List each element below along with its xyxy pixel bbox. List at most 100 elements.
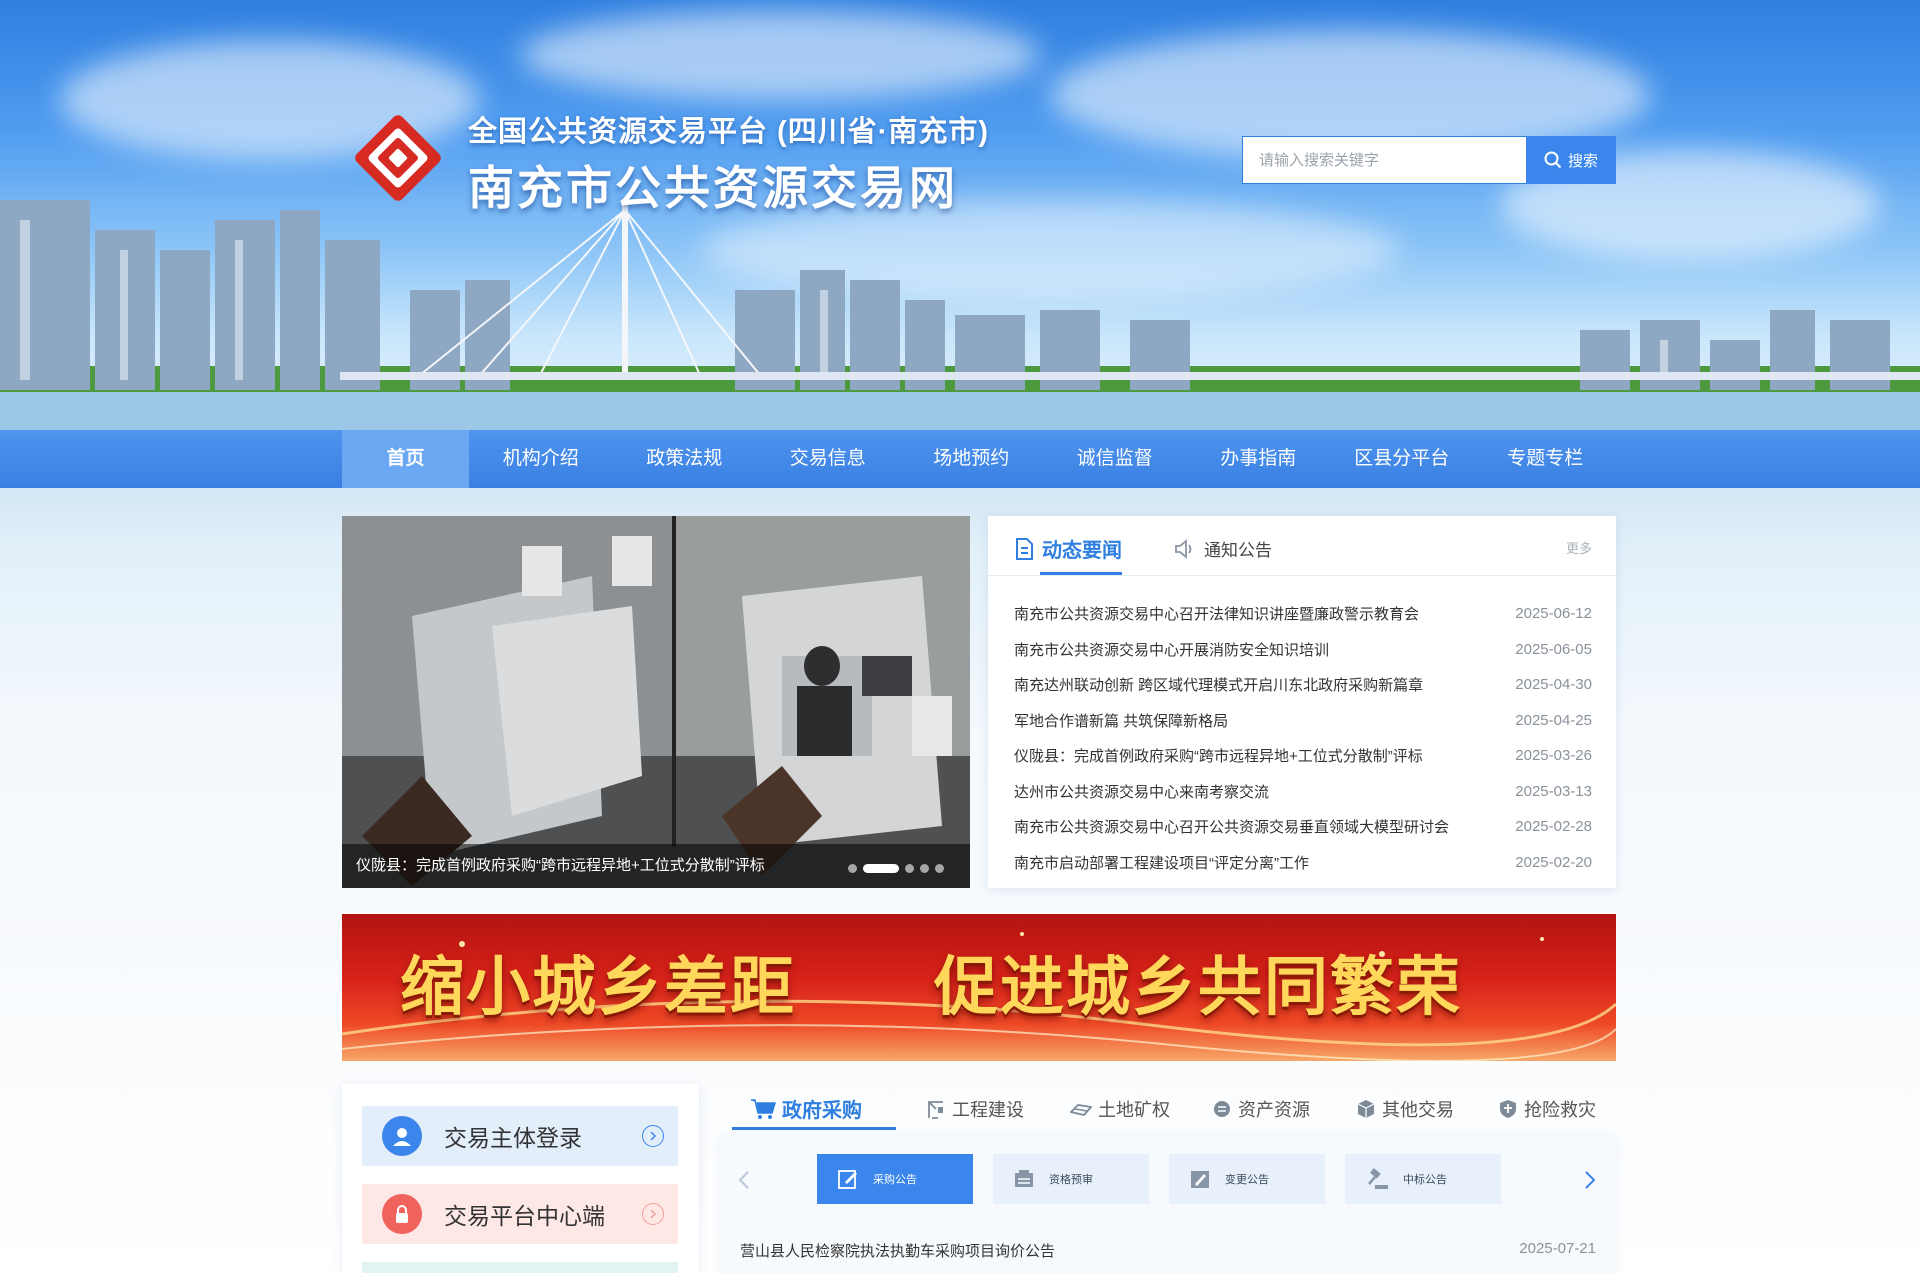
subtab-change-notice[interactable]: 变更公告 (1169, 1154, 1325, 1204)
tab-gov-procurement[interactable]: 政府采购 (750, 1094, 862, 1123)
list-item[interactable]: 南充市公共资源交易中心召开法律知识讲座暨廉政警示教育会 2025-06-12 (1014, 596, 1592, 632)
chevron-right-icon (642, 1203, 664, 1225)
news-title: 军地合作谱新篇 共筑保障新格局 (1014, 712, 1229, 730)
tab-emergency[interactable]: 抢险救灾 (1498, 1096, 1596, 1122)
chevron-left-icon[interactable] (734, 1168, 754, 1192)
trader-login-button[interactable]: 交易主体登录 (362, 1106, 678, 1166)
more-link[interactable]: 更多 (1566, 538, 1592, 557)
search-button-label: 搜索 (1567, 152, 1598, 170)
list-item[interactable]: 南充市公共资源交易中心开展消防安全知识培训 2025-06-05 (1014, 632, 1592, 668)
search-button[interactable]: 搜索 (1526, 136, 1616, 184)
news-date: 2025-03-26 (1515, 747, 1592, 765)
nav-item-county[interactable]: 区县分平台 (1330, 430, 1474, 488)
shield-icon (1500, 1100, 1516, 1118)
login-panel: 交易主体登录 交易平台中心端 (342, 1084, 699, 1273)
news-date: 2025-03-13 (1515, 782, 1592, 800)
tab-underline (1040, 572, 1122, 575)
carousel-dot[interactable] (920, 864, 929, 873)
chevron-right-icon[interactable] (1580, 1168, 1600, 1192)
subtab-procurement-notice-label: 采购公告 (873, 1174, 917, 1186)
news-date: 2025-06-12 (1515, 605, 1592, 623)
carousel-dot[interactable] (848, 864, 857, 873)
subtab-prequalification[interactable]: 资格预审 (993, 1154, 1149, 1204)
nav-item-trade-info[interactable]: 交易信息 (756, 430, 900, 488)
subtab-procurement-notice[interactable]: 采购公告 (817, 1154, 973, 1204)
gavel-icon (1368, 1168, 1388, 1189)
search-bar: 搜索 (1242, 136, 1616, 184)
document-icon (1016, 537, 1033, 560)
site-logo-icon (355, 115, 441, 201)
banner-right-slogan: 促进城乡共同繁荣 (934, 950, 1462, 1025)
nav-item-home[interactable]: 首页 (342, 430, 469, 488)
table-row[interactable]: 营山县人民检察院执法执勤车采购项目询价公告 2025-07-21 (740, 1240, 1596, 1261)
news-date: 2025-04-30 (1515, 676, 1592, 694)
list-item[interactable]: 仪陇县：完成首例政府采购“跨市远程异地+工位式分散制”评标 2025-03-26 (1014, 738, 1592, 774)
nav-item-policy[interactable]: 政策法规 (613, 430, 757, 488)
tab-land-mining[interactable]: 土地矿权 (1070, 1096, 1170, 1122)
nav-item-credit[interactable]: 诚信监督 (1043, 430, 1187, 488)
tab-dynamic-news-label: 动态要闻 (1042, 540, 1122, 562)
chevron-right-icon (642, 1125, 664, 1147)
pencil-square-icon (1191, 1171, 1209, 1188)
tab-dynamic-news[interactable]: 动态要闻 (1014, 534, 1122, 563)
search-icon (1544, 151, 1562, 169)
nav-item-guide[interactable]: 办事指南 (1187, 430, 1331, 488)
list-item[interactable]: 达州市公共资源交易中心来南考察交流 2025-03-13 (1014, 774, 1592, 810)
news-title: 南充达州联动创新 跨区域代理模式开启川东北政府采购新篇章 (1014, 677, 1424, 695)
next-side-button-partial[interactable] (362, 1262, 678, 1273)
main-nav: 首页 机构介绍 政策法规 交易信息 场地预约 诚信监督 办事指南 区县分平台 专… (0, 430, 1920, 488)
site-title: 南充市公共资源交易网 (468, 162, 958, 214)
news-carousel[interactable]: 仪陇县：完成首例政府采购“跨市远程异地+工位式分散制”评标 (342, 516, 970, 888)
trader-login-label: 交易主体登录 (444, 1125, 582, 1151)
list-item[interactable]: 南充市启动部署工程建设项目“评定分离”工作 2025-02-20 (1014, 845, 1592, 881)
tab-notices-label: 通知公告 (1204, 541, 1272, 560)
news-title: 南充市公共资源交易中心召开法律知识讲座暨廉政警示教育会 (1014, 606, 1420, 624)
carousel-dot[interactable] (905, 864, 914, 873)
hero-banner (0, 0, 1920, 430)
nav-item-about[interactable]: 机构介绍 (469, 430, 613, 488)
land-icon (1070, 1104, 1092, 1116)
tab-assets[interactable]: 资产资源 (1212, 1096, 1310, 1122)
nav-item-venue-booking[interactable]: 场地预约 (900, 430, 1044, 488)
tab-construction-label: 工程建设 (952, 1100, 1024, 1120)
tab-gov-procurement-label: 政府采购 (782, 1100, 862, 1122)
news-title: 仪陇县：完成首例政府采购“跨市远程异地+工位式分散制”评标 (1014, 748, 1423, 766)
news-date: 2025-02-28 (1515, 818, 1592, 836)
list-item[interactable]: 南充市公共资源交易中心召开公共资源交易垂直领域大模型研讨会 2025-02-28 (1014, 809, 1592, 845)
site-subtitle: 全国公共资源交易平台 (四川省·南充市) (468, 116, 990, 148)
lock-icon (382, 1194, 422, 1234)
banner-left-slogan: 缩小城乡差距 (400, 950, 796, 1025)
tab-construction[interactable]: 工程建设 (926, 1096, 1024, 1122)
promo-banner[interactable]: 缩小城乡差距 促进城乡共同繁荣 (342, 914, 1616, 1061)
subtab-change-notice-label: 变更公告 (1225, 1174, 1269, 1186)
form-icon (1015, 1170, 1033, 1187)
trade-item-title: 营山县人民检察院执法执勤车采购项目询价公告 (740, 1243, 1056, 1260)
tab-notices[interactable]: 通知公告 (1174, 536, 1272, 561)
edit-doc-icon (838, 1170, 857, 1189)
tab-underline (732, 1127, 896, 1130)
trade-panel: 政府采购 工程建设 土地矿权 资产资源 其他交易 抢险救灾 采购公告 资格预审 … (720, 1084, 1616, 1273)
subtab-prequalification-label: 资格预审 (1049, 1174, 1093, 1186)
platform-center-button[interactable]: 交易平台中心端 (362, 1184, 678, 1244)
subtab-award-notice[interactable]: 中标公告 (1345, 1154, 1501, 1204)
search-input[interactable] (1242, 136, 1526, 184)
coin-icon (1214, 1101, 1230, 1117)
news-title: 达州市公共资源交易中心来南考察交流 (1014, 783, 1270, 801)
platform-center-label: 交易平台中心端 (444, 1203, 605, 1229)
carousel-photo (342, 516, 970, 888)
list-item[interactable]: 军地合作谱新篇 共筑保障新格局 2025-04-25 (1014, 703, 1592, 739)
carousel-dot-active[interactable] (863, 864, 899, 873)
news-list: 南充市公共资源交易中心召开法律知识讲座暨廉政警示教育会 2025-06-12 南充… (1014, 596, 1592, 880)
list-item[interactable]: 南充达州联动创新 跨区域代理模式开启川东北政府采购新篇章 2025-04-30 (1014, 667, 1592, 703)
nav-item-special[interactable]: 专题专栏 (1474, 430, 1618, 488)
tab-other-trade[interactable]: 其他交易 (1356, 1096, 1454, 1122)
carousel-dot[interactable] (935, 864, 944, 873)
news-panel: 动态要闻 通知公告 更多 南充市公共资源交易中心召开法律知识讲座暨廉政警示教育会… (988, 516, 1616, 888)
cart-icon (751, 1098, 776, 1119)
tab-land-mining-label: 土地矿权 (1098, 1100, 1170, 1120)
trade-tabs: 政府采购 工程建设 土地矿权 资产资源 其他交易 抢险救灾 (720, 1084, 1616, 1130)
city-skyline (0, 200, 1920, 430)
tab-emergency-label: 抢险救灾 (1524, 1100, 1596, 1120)
cube-icon (1357, 1100, 1375, 1118)
news-date: 2025-04-25 (1515, 711, 1592, 729)
